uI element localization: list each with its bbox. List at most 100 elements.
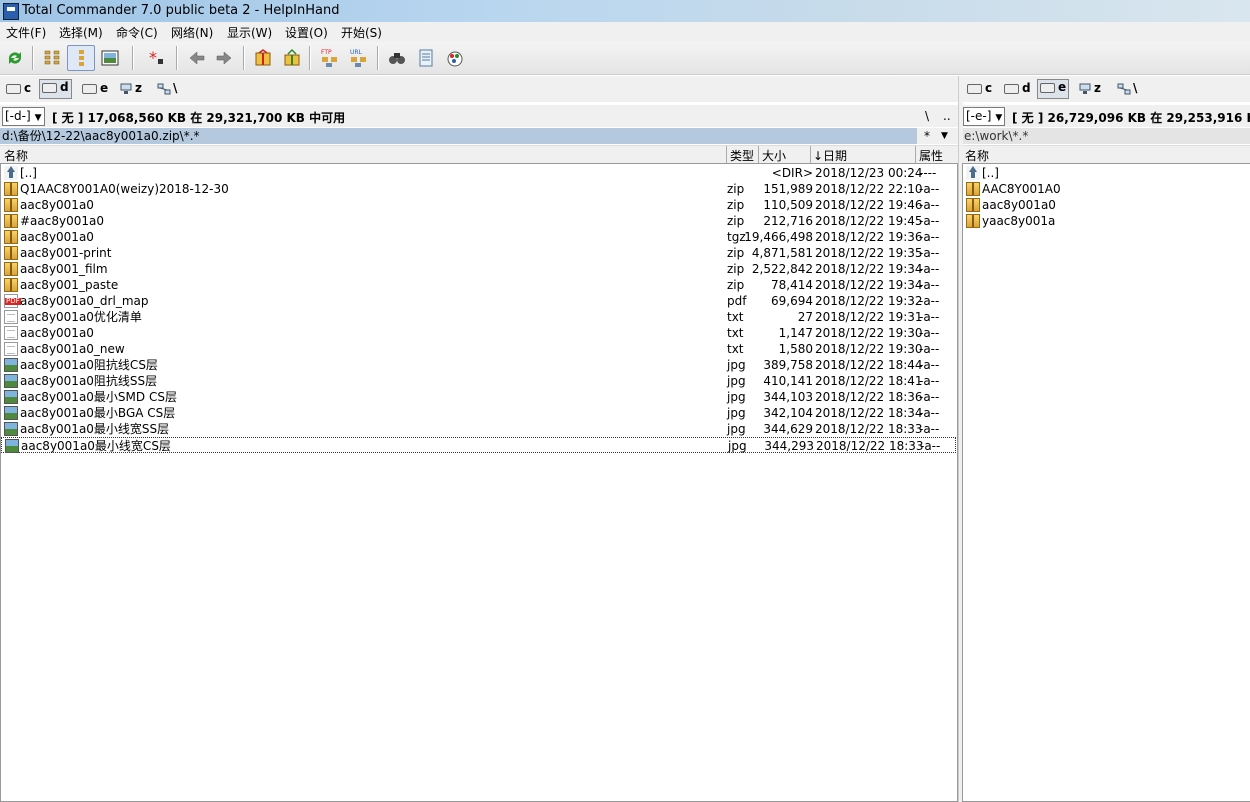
- table-row[interactable]: Q1AAC8Y001A0(weizy)2018-12-30 zip 151,989 2…: [1, 181, 956, 197]
- file-date: 2018/12/22 19:31: [815, 310, 923, 324]
- left-drive-combo[interactable]: [-d-] ▼: [2, 107, 45, 126]
- file-size: 78,414: [771, 278, 813, 292]
- arc-file-icon: [4, 262, 18, 276]
- chevron-down-icon: ▼: [995, 113, 1003, 123]
- right-drive-e[interactable]: e: [1037, 79, 1070, 99]
- col-date-header[interactable]: ↓日期: [813, 147, 847, 164]
- ftp-connect-icon[interactable]: FTP: [319, 47, 341, 69]
- table-row[interactable]: aac8y001a0最小BGA CS层 jpg 342,104 2018/12/22 …: [1, 405, 956, 421]
- right-drive-z[interactable]: z: [1078, 81, 1101, 97]
- file-attr: -a--: [919, 230, 940, 244]
- left-free-space: [ 无 ] 17,068,560 KB 在 29,321,700 KB 中可用: [52, 111, 346, 125]
- menu-settings[interactable]: 设置(O): [285, 24, 328, 41]
- thumbnail-view-icon[interactable]: [99, 47, 121, 69]
- col-name-header[interactable]: 名称: [965, 147, 989, 164]
- table-row[interactable]: #aac8y001a0 zip 212,716 2018/12/22 19:45 -a-…: [1, 213, 956, 229]
- file-size: 212,716: [763, 214, 813, 228]
- file-date: 2018/12/22 19:30: [815, 342, 923, 356]
- pack-icon[interactable]: [252, 47, 274, 69]
- left-drive-bar: c d e z \: [0, 76, 958, 102]
- network-drive-icon: [1078, 83, 1092, 95]
- url-connect-icon[interactable]: URL: [348, 47, 370, 69]
- notepad-icon[interactable]: [415, 47, 437, 69]
- menu-start[interactable]: 开始(S): [341, 24, 382, 41]
- left-drive-z[interactable]: z: [119, 81, 142, 97]
- right-file-list[interactable]: [..] AAC8Y001A0 aac8y001a0 yaac8y001a: [962, 163, 1250, 802]
- app-icon[interactable]: [3, 3, 19, 20]
- table-row[interactable]: yaac8y001a: [963, 213, 1250, 229]
- table-row[interactable]: aac8y001a0最小SMD CS层 jpg 344,103 2018/12/22 …: [1, 389, 956, 405]
- left-filter-button[interactable]: *: [924, 128, 930, 144]
- column-divider[interactable]: [915, 146, 916, 163]
- toolbar-separator: [32, 46, 34, 70]
- left-file-list[interactable]: [..] <DIR> 2018/12/23 00:24 ---- Q1AAC8Y001A…: [0, 163, 958, 802]
- file-name: aac8y001a0最小线宽CS层: [21, 439, 171, 453]
- table-row[interactable]: aac8y001a0_new txt 1,580 2018/12/22 19:30 -a…: [1, 341, 956, 357]
- brief-view-icon[interactable]: [42, 47, 64, 69]
- menu-show[interactable]: 显示(W): [227, 24, 272, 41]
- menu-network[interactable]: 网络(N): [171, 24, 213, 41]
- right-drive-combo[interactable]: [-e-] ▼: [963, 107, 1006, 126]
- table-row[interactable]: aac8y001a0 tgz 19,466,498 2018/12/22 19:36-…: [1, 229, 956, 245]
- table-row[interactable]: aac8y001-print zip 4,871,581 2018/12/22 19:…: [1, 245, 956, 261]
- jpg-file-icon: [4, 422, 18, 436]
- right-network-neighborhood[interactable]: \: [1117, 81, 1137, 97]
- file-name: yaac8y001a: [982, 214, 1056, 228]
- column-divider[interactable]: [758, 146, 759, 163]
- window-title: Total Commander 7.0 public beta 2 - Help…: [22, 3, 340, 18]
- menu-select[interactable]: 选择(M): [59, 24, 103, 41]
- refresh-icon[interactable]: [4, 47, 26, 69]
- col-type-header[interactable]: 类型: [730, 147, 754, 164]
- table-row[interactable]: aac8y001a0阻抗线SS层 jpg 410,141 2018/12/22 18:…: [1, 373, 956, 389]
- left-drive-c[interactable]: c: [6, 81, 31, 97]
- table-row[interactable]: aac8y001a0最小线宽CS层 jpg 344,293 2018/12/22 18…: [1, 437, 956, 453]
- table-row[interactable]: [..] <DIR> 2018/12/23 00:24 ----: [1, 165, 956, 181]
- network-icon: [1117, 83, 1131, 95]
- col-attr-header[interactable]: 属性: [919, 147, 943, 164]
- left-drive-d[interactable]: d: [39, 79, 72, 99]
- table-row[interactable]: aac8y001a0_drl_mappdf69,6942018/12/22 19…: [1, 293, 956, 309]
- table-row[interactable]: aac8y001a0优化清单 txt 27 2018/12/22 19:31 -a--: [1, 309, 956, 325]
- file-date: 2018/12/22 18:41: [815, 374, 923, 388]
- search-icon[interactable]: [386, 47, 408, 69]
- right-drive-d[interactable]: d: [1004, 81, 1031, 97]
- forward-icon[interactable]: [213, 47, 235, 69]
- left-up-button[interactable]: ..: [943, 109, 951, 123]
- table-row[interactable]: aac8y001_paste zip 78,414 2018/12/22 19:34-…: [1, 277, 956, 293]
- left-filter-area: * ▼: [917, 128, 958, 144]
- jpg-file-icon: [4, 374, 18, 388]
- file-size: 2,522,842: [751, 262, 813, 276]
- table-row[interactable]: [..]: [963, 165, 1250, 181]
- file-attr: -a--: [919, 262, 940, 276]
- file-date: 2018/12/22 19:45: [815, 214, 923, 228]
- right-path-bar[interactable]: e:\work\*.*: [962, 128, 1250, 144]
- file-attr: -a--: [920, 439, 941, 453]
- back-icon[interactable]: [186, 47, 208, 69]
- left-root-button[interactable]: \: [925, 109, 929, 123]
- file-size: 27: [797, 310, 813, 324]
- left-drive-e[interactable]: e: [82, 81, 108, 97]
- col-name-header[interactable]: 名称: [4, 147, 28, 164]
- table-row[interactable]: aac8y001a0最小线宽SS层 jpg 344,629 2018/12/22 18…: [1, 421, 956, 437]
- file-name: aac8y001a0_drl_map: [20, 294, 149, 308]
- drive-icon: [6, 83, 21, 94]
- left-network-neighborhood[interactable]: \: [157, 81, 177, 97]
- detailed-view-icon[interactable]: [67, 45, 95, 71]
- col-size-header[interactable]: 大小: [762, 147, 786, 164]
- table-row[interactable]: aac8y001_film zip 2,522,842 2018/12/22 19:3…: [1, 261, 956, 277]
- column-divider[interactable]: [810, 146, 811, 163]
- chevron-down-icon[interactable]: ▼: [941, 128, 948, 144]
- menu-commands[interactable]: 命令(C): [116, 24, 158, 41]
- unpack-icon[interactable]: [281, 47, 303, 69]
- table-row[interactable]: aac8y001a0阻抗线CS层 jpg 389,758 2018/12/22 18:…: [1, 357, 956, 373]
- menu-file[interactable]: 文件(F): [6, 24, 46, 41]
- table-row[interactable]: aac8y001a0: [963, 197, 1250, 213]
- column-divider[interactable]: [726, 146, 727, 163]
- table-row[interactable]: AAC8Y001A0: [963, 181, 1250, 197]
- table-row[interactable]: aac8y001a0 zip 110,509 2018/12/22 19:46 -a--: [1, 197, 956, 213]
- left-path-bar[interactable]: d:\备份\12-22\aac8y001a0.zip\*.*: [0, 128, 917, 144]
- invert-selection-icon[interactable]: *: [145, 47, 167, 69]
- paint-icon[interactable]: [444, 47, 466, 69]
- table-row[interactable]: aac8y001a0 txt 1,147 2018/12/22 19:30 -a--: [1, 325, 956, 341]
- right-drive-c[interactable]: c: [967, 81, 992, 97]
